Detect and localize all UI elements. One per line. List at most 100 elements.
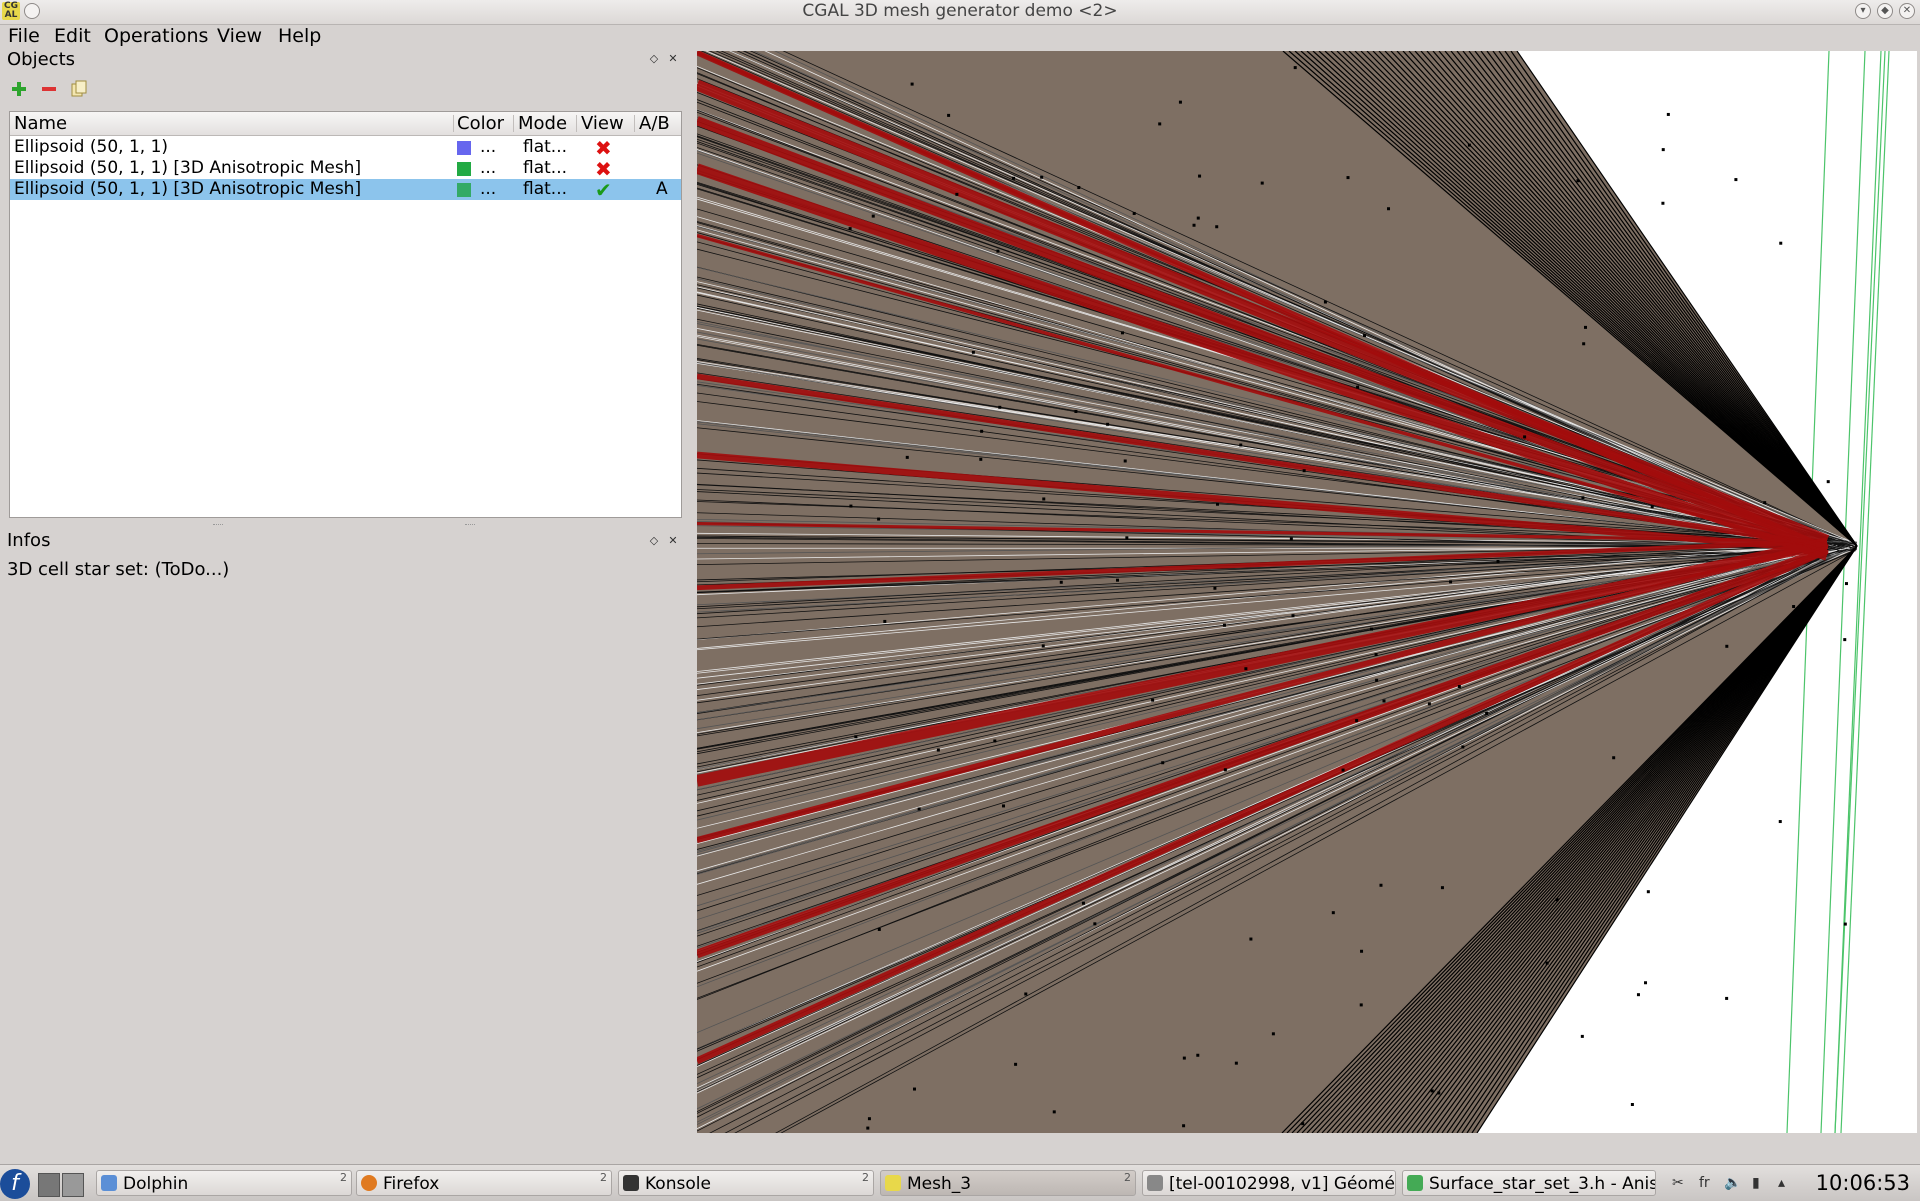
mesh-vertex bbox=[996, 250, 999, 253]
mesh-vertex bbox=[1375, 679, 1378, 682]
scissors-icon[interactable]: ✂ bbox=[1672, 1171, 1684, 1195]
mesh-vertex bbox=[883, 620, 886, 623]
mesh-vertex bbox=[1725, 645, 1728, 648]
task-editor[interactable]: Surface_star_set_3.h - Aniso bbox=[1402, 1170, 1656, 1196]
mesh-vertex bbox=[1370, 628, 1373, 631]
hidden-x-icon[interactable]: ✖ bbox=[595, 159, 612, 179]
mesh-vertex bbox=[1121, 331, 1124, 334]
clock[interactable]: 10:06:53 bbox=[1816, 1168, 1910, 1198]
mesh-vertex bbox=[1093, 922, 1096, 925]
minimize-icon[interactable]: ▾ bbox=[1855, 3, 1871, 19]
menu-operations[interactable]: Operations bbox=[104, 24, 208, 48]
desktop-pager-1[interactable] bbox=[38, 1173, 60, 1197]
mesh-vertex bbox=[913, 1088, 916, 1091]
menu-view[interactable]: View bbox=[217, 24, 262, 48]
mesh-vertex bbox=[849, 227, 852, 230]
mesh-vertex bbox=[1082, 902, 1085, 905]
mesh-vertex bbox=[878, 928, 881, 931]
mesh-vertex bbox=[979, 458, 982, 461]
float-panel-icon[interactable]: ◇ bbox=[648, 53, 660, 65]
task-label: [tel-00102998, v1] Géométri bbox=[1169, 1174, 1396, 1194]
folder-icon bbox=[101, 1175, 117, 1191]
volume-icon[interactable]: 🔈 bbox=[1724, 1171, 1741, 1195]
mesh-vertex bbox=[1196, 1054, 1199, 1057]
color-swatch[interactable] bbox=[457, 162, 471, 176]
remove-object-button[interactable] bbox=[38, 78, 60, 100]
hidden-x-icon[interactable]: ✖ bbox=[595, 138, 612, 158]
visible-check-icon[interactable]: ✔ bbox=[595, 180, 612, 200]
desktop-pager-2[interactable] bbox=[62, 1173, 84, 1197]
color-more[interactable]: ... bbox=[480, 137, 496, 158]
mesh-vertex bbox=[1779, 242, 1782, 245]
menu-edit[interactable]: Edit bbox=[54, 24, 91, 48]
task-firefox[interactable]: Firefox 2 bbox=[356, 1170, 612, 1196]
menu-file[interactable]: File bbox=[8, 24, 40, 48]
color-more[interactable]: ... bbox=[480, 158, 496, 179]
mesh-vertex bbox=[1383, 699, 1386, 702]
splitter-handle[interactable] bbox=[465, 524, 475, 527]
mesh-vertex bbox=[1213, 587, 1216, 590]
object-name: Ellipsoid (50, 1, 1) bbox=[14, 137, 168, 158]
mesh-vertex bbox=[1261, 182, 1264, 185]
table-row[interactable]: Ellipsoid (50, 1, 1) [3D Anisotropic Mes… bbox=[10, 158, 681, 179]
minus-icon bbox=[40, 80, 58, 98]
task-dolphin[interactable]: Dolphin 2 bbox=[96, 1170, 352, 1196]
mesh-vertex bbox=[1272, 1032, 1275, 1035]
ab-value[interactable]: A bbox=[656, 179, 668, 200]
window-title: CGAL 3D mesh generator demo <2> bbox=[0, 0, 1920, 22]
3d-viewer[interactable] bbox=[697, 51, 1917, 1133]
mesh-vertex bbox=[1303, 469, 1306, 472]
battery-icon[interactable]: ▮ bbox=[1752, 1171, 1760, 1195]
duplicate-object-button[interactable] bbox=[68, 78, 90, 100]
mesh-vertex bbox=[1356, 386, 1359, 389]
tray-expand-icon[interactable]: ▴ bbox=[1778, 1171, 1785, 1195]
column-ab[interactable]: A/B bbox=[639, 112, 670, 135]
close-window-icon[interactable]: ✕ bbox=[1899, 3, 1915, 19]
color-more[interactable]: ... bbox=[480, 179, 496, 200]
mesh-vertex bbox=[1347, 176, 1350, 179]
mesh-vertex bbox=[1197, 217, 1200, 220]
mesh-vertex bbox=[1734, 178, 1737, 181]
mesh-vertex bbox=[1342, 769, 1345, 772]
task-label: Mesh_3 bbox=[907, 1174, 971, 1194]
table-row[interactable]: Ellipsoid (50, 1, 1) ... flat... ✖ bbox=[10, 137, 681, 158]
mesh-vertex bbox=[1387, 207, 1390, 210]
task-document[interactable]: [tel-00102998, v1] Géométri bbox=[1142, 1170, 1396, 1196]
render-mode[interactable]: flat... bbox=[523, 137, 567, 158]
mesh-vertex bbox=[1106, 423, 1109, 426]
mesh-vertex bbox=[1332, 911, 1335, 914]
mesh-vertex bbox=[1002, 804, 1005, 807]
keyboard-layout[interactable]: fr bbox=[1699, 1171, 1710, 1195]
color-swatch[interactable] bbox=[457, 183, 471, 197]
column-mode[interactable]: Mode bbox=[518, 112, 567, 135]
menu-help[interactable]: Help bbox=[278, 24, 321, 48]
mesh-vertex bbox=[1523, 435, 1526, 438]
task-konsole[interactable]: Konsole 2 bbox=[618, 1170, 874, 1196]
add-object-button[interactable] bbox=[8, 78, 30, 100]
table-row-selected[interactable]: Ellipsoid (50, 1, 1) [3D Anisotropic Mes… bbox=[10, 179, 681, 200]
float-panel-icon[interactable]: ◇ bbox=[648, 535, 660, 547]
task-count: 2 bbox=[600, 1171, 607, 1184]
color-swatch[interactable] bbox=[457, 141, 471, 155]
mesh-vertex bbox=[1792, 605, 1795, 608]
column-color[interactable]: Color bbox=[457, 112, 504, 135]
close-panel-icon[interactable]: ✕ bbox=[667, 535, 679, 547]
mesh-vertex bbox=[1124, 459, 1127, 462]
splitter-handle[interactable] bbox=[213, 524, 223, 527]
maximize-icon[interactable]: ◆ bbox=[1877, 3, 1893, 19]
objects-panel-title: Objects bbox=[7, 49, 75, 70]
launcher-icon[interactable]: f bbox=[0, 1169, 30, 1199]
mesh-vertex bbox=[980, 430, 983, 433]
render-mode[interactable]: flat... bbox=[523, 158, 567, 179]
mesh-vertex bbox=[1042, 497, 1045, 500]
task-mesh3[interactable]: Mesh_3 2 bbox=[880, 1170, 1136, 1196]
close-panel-icon[interactable]: ✕ bbox=[667, 53, 679, 65]
mesh-vertex bbox=[1725, 997, 1728, 1000]
column-name[interactable]: Name bbox=[14, 112, 67, 135]
mesh-vertex bbox=[1779, 820, 1782, 823]
render-mode[interactable]: flat... bbox=[523, 179, 567, 200]
window-titlebar: CG AL CGAL 3D mesh generator demo <2> ▾ … bbox=[0, 0, 1920, 25]
mesh-vertex bbox=[1360, 950, 1363, 953]
mesh-vertex bbox=[1581, 496, 1584, 499]
column-view[interactable]: View bbox=[581, 112, 624, 135]
